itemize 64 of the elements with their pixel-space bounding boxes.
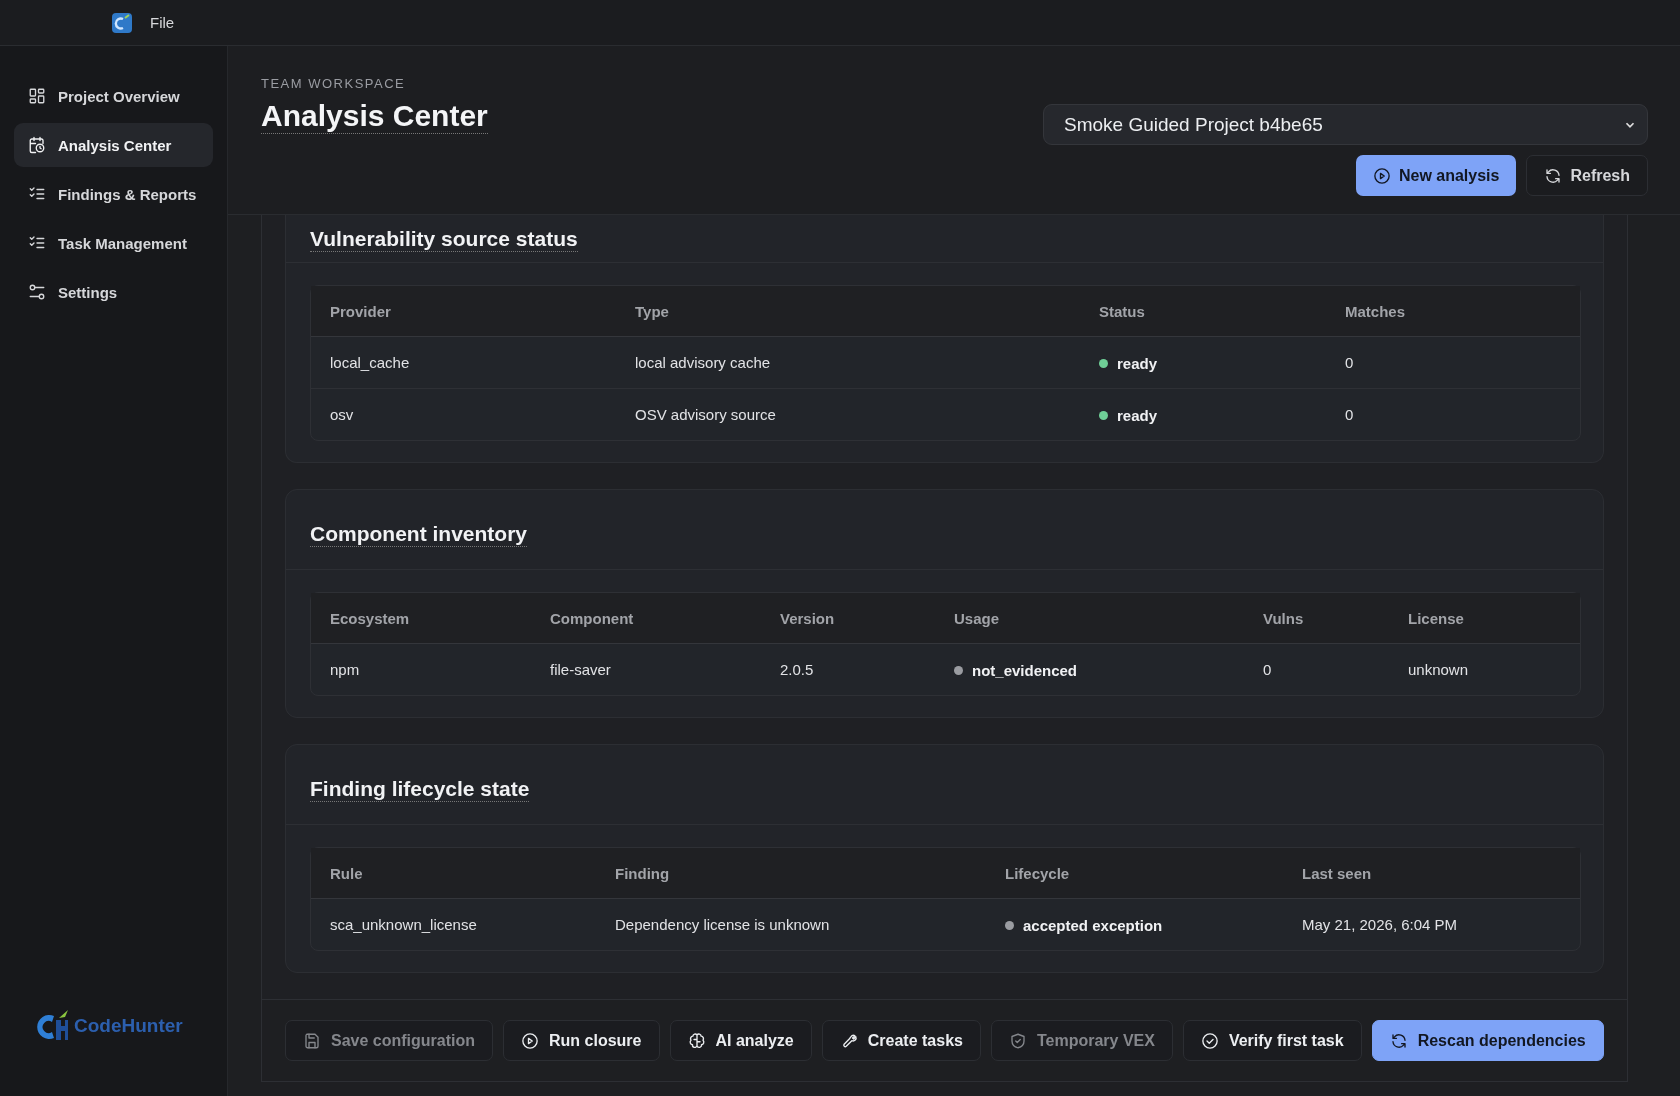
shield-icon [1008, 1031, 1027, 1050]
table-cell: local advisory cache [635, 354, 771, 371]
sidebar-item[interactable]: Task Management [14, 221, 213, 265]
sidebar-item[interactable]: Analysis Center [14, 123, 213, 167]
project-select[interactable]: Smoke Guided Project b4be65 [1043, 104, 1648, 145]
table-cell: unknown [1408, 661, 1469, 678]
workspace-label: TEAM WORKSPACE [261, 76, 407, 91]
column-header: Vulns [1263, 609, 1304, 627]
column-header: Usage [954, 609, 1000, 627]
sidebar-item[interactable]: Settings [14, 270, 213, 314]
column-header: Finding [615, 864, 670, 882]
action-button[interactable]: Create tasks [821, 1020, 981, 1061]
column-header: License [1408, 609, 1464, 627]
action-button[interactable]: AI analyze [669, 1020, 812, 1061]
action-button[interactable]: Verify first task [1182, 1020, 1362, 1061]
column-header: Rule [330, 864, 363, 882]
table-cell: 2.0.5 [780, 661, 814, 678]
brand-name: CodeHunter [74, 1015, 183, 1037]
table-cell: 0 [1345, 406, 1354, 423]
table-cell: 0 [1263, 661, 1272, 678]
table-cell: Dependency license is unknown [615, 916, 830, 933]
refresh-button[interactable]: Refresh [1526, 155, 1648, 196]
play-icon [521, 1031, 540, 1050]
menu-item[interactable]: File [150, 14, 175, 31]
table-cell: May 21, 2026, 6:04 PM [1302, 916, 1458, 933]
sidebar-item[interactable]: Project Overview [14, 74, 213, 118]
refresh-icon [1544, 166, 1563, 185]
column-header: Lifecycle [1005, 864, 1070, 882]
new-analysis-button[interactable]: New analysis [1355, 155, 1517, 196]
status-label: not_evidenced [972, 661, 1078, 679]
status-label: ready [1117, 406, 1158, 424]
table-cell: file-saver [550, 661, 611, 678]
table-cell: npm [330, 661, 360, 678]
section-title: Vulnerability source status [310, 227, 578, 252]
column-header: Status [1099, 302, 1145, 320]
calendar-icon [28, 136, 46, 154]
action-button[interactable]: Run closure [503, 1020, 660, 1061]
column-header: Component [550, 609, 634, 627]
app-logo-icon [112, 12, 132, 33]
column-header: Provider [330, 302, 391, 320]
table-cell: local_cache [330, 354, 410, 371]
section-title: Finding lifecycle state [310, 777, 530, 802]
grid-icon [28, 87, 46, 105]
column-header: Version [780, 609, 835, 627]
status-label: accepted exception [1023, 916, 1163, 934]
refresh-icon [1389, 1031, 1408, 1050]
status-label: ready [1117, 354, 1158, 372]
column-header: Ecosystem [330, 609, 410, 627]
action-button[interactable]: Rescan dependencies [1371, 1020, 1604, 1061]
brain-icon [687, 1031, 706, 1050]
check-icon [1200, 1031, 1219, 1050]
sliders-icon [28, 283, 46, 301]
column-header: Type [635, 302, 669, 320]
column-header: Matches [1345, 302, 1406, 320]
table-cell: osv [330, 406, 354, 423]
table-cell: 0 [1345, 354, 1354, 371]
column-header: Last seen [1302, 864, 1372, 882]
save-icon [303, 1031, 321, 1050]
table-cell: OSV advisory source [635, 406, 776, 423]
table-cell: sca_unknown_license [330, 916, 477, 933]
play-icon [1372, 166, 1391, 185]
sidebar-item[interactable]: Findings & Reports [14, 172, 213, 216]
page-title: Analysis Center [261, 99, 488, 134]
section-title: Component inventory [310, 522, 527, 547]
